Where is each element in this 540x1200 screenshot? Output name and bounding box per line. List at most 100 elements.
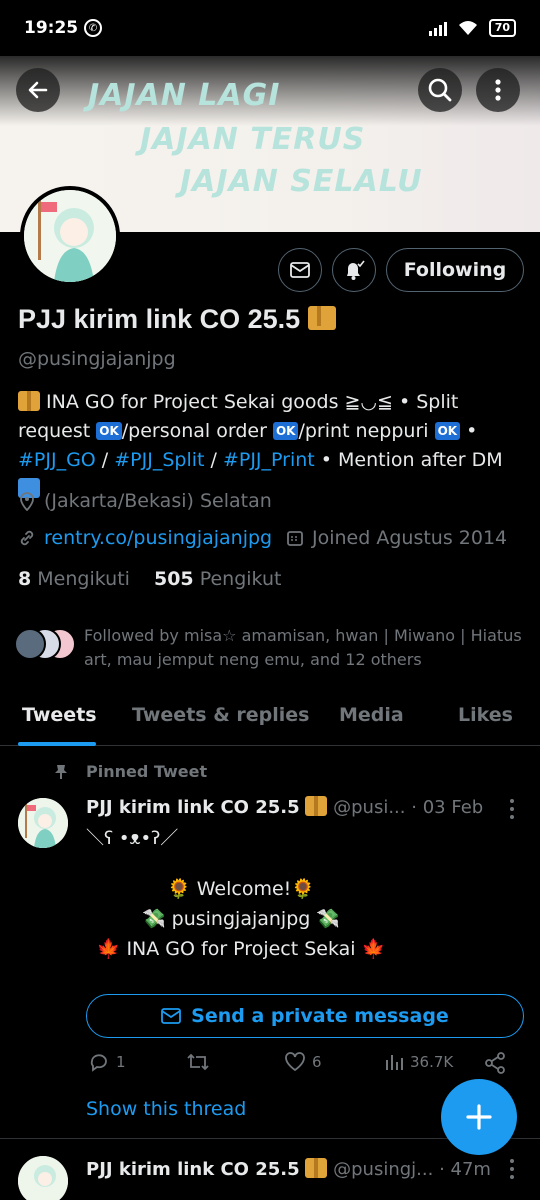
profile-location: (Jakarta/Bekasi) Selatan xyxy=(18,490,272,512)
search-button[interactable] xyxy=(418,68,462,112)
tweet-line: Welcome! xyxy=(196,878,292,900)
message-button[interactable] xyxy=(278,248,322,292)
profile-website[interactable]: rentry.co/pusingjajanjpg xyxy=(18,527,272,549)
show-thread-link[interactable]: Show this thread xyxy=(86,1098,246,1120)
views-button[interactable]: 36.7K xyxy=(384,1052,453,1072)
tab-tweets-replies[interactable]: Tweets & replies xyxy=(132,704,309,726)
following-stat[interactable]: 8 Mengikuti xyxy=(18,568,130,590)
location-pin-icon xyxy=(20,492,34,511)
compose-tweet-button[interactable] xyxy=(441,1079,517,1155)
more-vertical-icon[interactable] xyxy=(508,798,516,820)
followers-count: 505 xyxy=(153,568,194,590)
bio-text: /personal order xyxy=(121,420,273,442)
pin-icon xyxy=(55,765,67,779)
following-label: Mengikuti xyxy=(37,568,130,590)
followed-by-avatars[interactable] xyxy=(14,628,80,662)
more-options-button[interactable] xyxy=(476,68,520,112)
tweet-date: · 03 Feb xyxy=(411,797,484,818)
package-icon xyxy=(305,796,328,816)
bio-text: /print neppuri xyxy=(298,420,435,442)
back-button[interactable] xyxy=(16,68,60,112)
money-icon: 💸 xyxy=(141,908,166,930)
wifi-icon xyxy=(458,21,477,35)
banner-text-2: JAJAN TERUS xyxy=(140,122,366,157)
tweet-author[interactable]: PJJ kirim link CO 25.5 xyxy=(86,797,300,818)
active-tab-indicator xyxy=(18,742,96,746)
tweet-header: PJJ kirim link CO 25.5 @pusi... · 03 Feb xyxy=(86,796,526,818)
banner-text-3: JAJAN SELALU xyxy=(180,164,423,199)
tweet-line: pusingjajanjpg xyxy=(171,908,311,930)
profile-joined: Joined Agustus 2014 xyxy=(286,527,507,549)
website-link[interactable]: rentry.co/pusingjajanjpg xyxy=(44,527,272,549)
profile-name: PJJ kirim link CO 25.5 xyxy=(18,304,336,335)
package-icon xyxy=(18,391,40,411)
following-count: 8 xyxy=(18,568,32,590)
bio-text: • Mention after DM xyxy=(314,449,503,471)
bio-text: • xyxy=(460,420,478,442)
avatar-image xyxy=(24,190,116,282)
retweet-button[interactable] xyxy=(186,1052,210,1072)
mail-icon xyxy=(290,262,310,278)
profile-bio: INA GO for Project Sekai goods ≧◡≦ • Spl… xyxy=(18,388,528,504)
status-bar: 19:25 ✆ 70 xyxy=(0,0,540,56)
hashtag-pjj-go[interactable]: #PJJ_GO xyxy=(18,449,96,471)
heart-icon xyxy=(285,1052,305,1072)
hashtag-pjj-split[interactable]: #PJJ_Split xyxy=(114,449,204,471)
tweet-header: PJJ kirim link CO 25.5 @pusingj... · 47m xyxy=(86,1158,526,1180)
followers-stat[interactable]: 505 Pengikut xyxy=(154,568,281,590)
send-private-message-button[interactable]: Send a private message xyxy=(86,994,524,1038)
reply-count: 1 xyxy=(116,1053,126,1071)
tweet-time: · 47m xyxy=(439,1159,491,1180)
tab-likes[interactable]: Likes xyxy=(458,704,513,726)
like-count: 6 xyxy=(312,1053,322,1071)
mail-icon xyxy=(161,1008,182,1024)
search-icon xyxy=(428,78,452,102)
pinned-label: Pinned Tweet xyxy=(86,762,208,781)
hashtag-pjj-print[interactable]: #PJJ_Print xyxy=(223,449,315,471)
view-count: 36.7K xyxy=(410,1053,454,1071)
follower-avatar xyxy=(14,628,46,660)
bio-text: / xyxy=(95,449,115,471)
more-vertical-icon[interactable] xyxy=(508,1158,516,1180)
signal-icon xyxy=(428,20,447,36)
tweet-avatar[interactable] xyxy=(18,1156,68,1200)
maple-leaf-icon: 🍁 xyxy=(96,938,121,960)
arrow-left-icon xyxy=(28,81,48,99)
like-button[interactable]: 6 xyxy=(284,1052,322,1072)
tab-tweets[interactable]: Tweets xyxy=(22,704,97,726)
analytics-icon xyxy=(386,1055,403,1070)
ok-emoji: OK xyxy=(96,422,122,440)
share-icon xyxy=(485,1052,505,1074)
more-vertical-icon xyxy=(495,79,501,101)
joined-text: Joined Agustus 2014 xyxy=(312,527,508,549)
profile-stats: 8 Mengikuti 505 Pengikut xyxy=(18,568,281,590)
ok-emoji: OK xyxy=(272,422,299,440)
package-icon xyxy=(307,306,336,330)
tweet-avatar[interactable] xyxy=(18,798,68,848)
dm-button-label: Send a private message xyxy=(191,1005,449,1027)
tweet-handle: @pusi... xyxy=(333,797,406,818)
tweet-line: INA GO for Project Sekai xyxy=(126,938,356,960)
battery-indicator: 70 xyxy=(488,19,516,37)
profile-avatar[interactable] xyxy=(20,186,120,286)
profile-tabs: Tweets Tweets & replies Media Likes xyxy=(0,692,540,746)
banner-text-1: JAJAN LAGI xyxy=(88,78,281,113)
maple-leaf-icon: 🍁 xyxy=(361,938,386,960)
followed-by-text[interactable]: Followed by misa☆ amamisan, hwan | Miwan… xyxy=(84,624,524,672)
whatsapp-icon: ✆ xyxy=(84,19,103,37)
share-button[interactable] xyxy=(484,1052,506,1074)
package-icon xyxy=(305,1158,328,1178)
reply-icon xyxy=(90,1054,107,1072)
status-time: 19:25 xyxy=(24,18,79,38)
following-button[interactable]: Following xyxy=(386,248,524,292)
ok-emoji: OK xyxy=(434,422,461,440)
tweet-actions: 1 6 36.7K xyxy=(86,1052,516,1082)
plus-icon xyxy=(466,1104,492,1130)
tab-media[interactable]: Media xyxy=(339,704,404,726)
tweet-kaomoji: ＼ʕ •ᴥ•ʔ／ xyxy=(86,828,179,849)
reply-button[interactable]: 1 xyxy=(88,1052,126,1072)
notifications-button[interactable] xyxy=(332,248,376,292)
profile-handle: @pusingjajanjpg xyxy=(18,348,176,370)
tweet-author[interactable]: PJJ kirim link CO 25.5 xyxy=(86,1159,300,1180)
tweet-body: 🌻 Welcome!🌻 💸 pusingjajanjpg 💸 🍁 INA GO … xyxy=(86,874,516,964)
